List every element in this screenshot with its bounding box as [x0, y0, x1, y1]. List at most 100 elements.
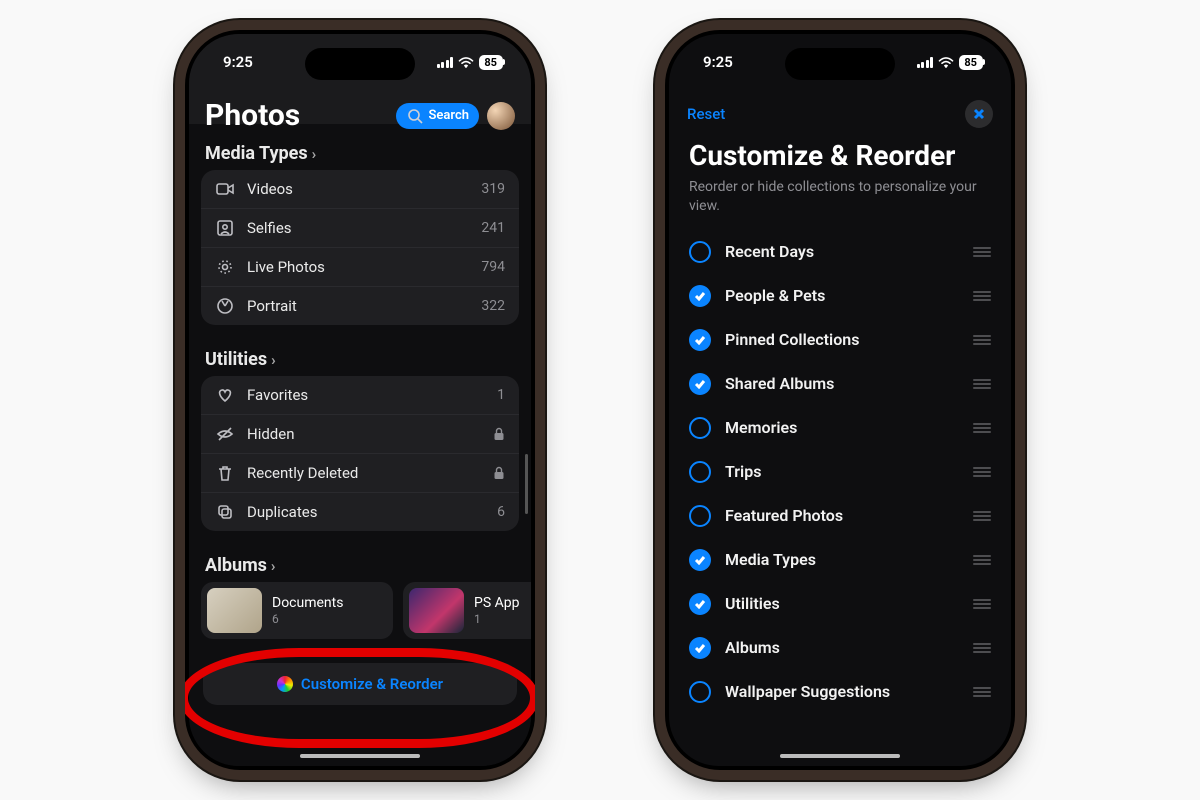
checkbox[interactable]	[689, 505, 711, 527]
page-title: Photos	[205, 98, 300, 133]
drag-handle-icon[interactable]	[973, 599, 991, 609]
drag-handle-icon[interactable]	[973, 555, 991, 565]
chevron-right-icon: ›	[271, 351, 276, 369]
row-selfies[interactable]: Selfies 241	[201, 208, 519, 247]
reorder-label: Utilities	[725, 594, 959, 613]
reorder-label: Albums	[725, 638, 959, 657]
row-live-photos[interactable]: Live Photos 794	[201, 247, 519, 286]
drag-handle-icon[interactable]	[973, 643, 991, 653]
screen: 9:25 85 Photos Search	[189, 34, 531, 766]
close-icon	[973, 108, 985, 120]
live-icon	[215, 258, 235, 276]
reorder-row[interactable]: Featured Photos	[687, 494, 993, 538]
checkbox[interactable]	[689, 417, 711, 439]
drag-handle-icon[interactable]	[973, 335, 991, 345]
portrait-icon	[215, 297, 235, 315]
search-label: Search	[428, 108, 469, 123]
reorder-row[interactable]: Trips	[687, 450, 993, 494]
lock-icon	[493, 427, 505, 441]
checkbox[interactable]	[689, 681, 711, 703]
album-count: 6	[272, 612, 343, 626]
section-heading-utilities[interactable]: Utilities ›	[189, 343, 531, 376]
row-portrait[interactable]: Portrait 322	[201, 286, 519, 325]
search-button[interactable]: Search	[396, 103, 479, 129]
album-strip[interactable]: Documents 6 PS App 1	[189, 582, 531, 639]
reorder-label: People & Pets	[725, 286, 959, 305]
reorder-row[interactable]: Albums	[687, 626, 993, 670]
drag-handle-icon[interactable]	[973, 467, 991, 477]
checkbox[interactable]	[689, 549, 711, 571]
row-count: 6	[497, 504, 505, 520]
row-count: 1	[497, 387, 505, 403]
reorder-row[interactable]: Shared Albums	[687, 362, 993, 406]
signal-icon	[437, 57, 454, 68]
reorder-row[interactable]: Wallpaper Suggestions	[687, 670, 993, 714]
album-card-documents[interactable]: Documents 6	[201, 582, 393, 639]
row-count: 319	[481, 181, 505, 197]
section-heading-media-types[interactable]: Media Types ›	[189, 137, 531, 170]
avatar[interactable]	[487, 102, 515, 130]
trash-icon	[215, 464, 235, 482]
row-count: 322	[481, 298, 505, 314]
signal-icon	[917, 57, 934, 68]
checkbox[interactable]	[689, 373, 711, 395]
customize-reorder-button[interactable]: Customize & Reorder	[203, 663, 517, 705]
row-hidden[interactable]: Hidden	[201, 414, 519, 453]
home-indicator[interactable]	[300, 754, 420, 758]
drag-handle-icon[interactable]	[973, 687, 991, 697]
reorder-row[interactable]: Memories	[687, 406, 993, 450]
checkbox[interactable]	[689, 329, 711, 351]
checkbox[interactable]	[689, 637, 711, 659]
reorder-row[interactable]: Media Types	[687, 538, 993, 582]
reorder-label: Recent Days	[725, 242, 959, 261]
lock-icon	[493, 466, 505, 480]
utilities-list: Favorites 1 Hidden Recently Deleted	[201, 376, 519, 531]
reset-button[interactable]: Reset	[687, 105, 725, 123]
row-recently-deleted[interactable]: Recently Deleted	[201, 453, 519, 492]
reorder-row[interactable]: Pinned Collections	[687, 318, 993, 362]
row-videos[interactable]: Videos 319	[201, 170, 519, 208]
reorder-label: Media Types	[725, 550, 959, 569]
reorder-list: Recent Days People & Pets Pinned Collectio…	[669, 230, 1011, 714]
checkbox[interactable]	[689, 285, 711, 307]
customize-button-label: Customize & Reorder	[301, 675, 443, 693]
battery-icon: 85	[959, 55, 983, 70]
video-icon	[215, 180, 235, 198]
reorder-label: Shared Albums	[725, 374, 959, 393]
section-heading-label: Media Types	[205, 143, 308, 164]
row-label: Duplicates	[247, 503, 485, 521]
drag-handle-icon[interactable]	[973, 379, 991, 389]
drag-handle-icon[interactable]	[973, 247, 991, 257]
chevron-right-icon: ›	[271, 557, 276, 575]
album-label: Documents	[272, 595, 343, 612]
row-label: Videos	[247, 180, 469, 198]
color-wheel-icon	[277, 676, 293, 692]
wifi-icon	[938, 56, 954, 68]
checkbox[interactable]	[689, 593, 711, 615]
reorder-row[interactable]: Utilities	[687, 582, 993, 626]
checkbox[interactable]	[689, 241, 711, 263]
checkbox[interactable]	[689, 461, 711, 483]
close-button[interactable]	[965, 100, 993, 128]
row-label: Portrait	[247, 297, 469, 315]
section-heading-albums[interactable]: Albums ›	[189, 549, 531, 582]
album-label: PS App	[474, 595, 519, 612]
reorder-label: Featured Photos	[725, 506, 959, 525]
album-thumb	[409, 588, 464, 633]
selfie-icon	[215, 219, 235, 237]
drag-handle-icon[interactable]	[973, 511, 991, 521]
home-indicator[interactable]	[780, 754, 900, 758]
status-time: 9:25	[223, 53, 253, 71]
phone-customize: 9:25 85 Reset Customize & Reorder Reorde…	[665, 30, 1015, 770]
drag-handle-icon[interactable]	[973, 423, 991, 433]
album-card-psapp[interactable]: PS App 1	[403, 582, 531, 639]
row-favorites[interactable]: Favorites 1	[201, 376, 519, 414]
drag-handle-icon[interactable]	[973, 291, 991, 301]
scrollbar[interactable]	[525, 454, 528, 514]
reorder-row[interactable]: People & Pets	[687, 274, 993, 318]
media-types-list: Videos 319 Selfies 241 Live Photos 794	[201, 170, 519, 325]
row-duplicates[interactable]: Duplicates 6	[201, 492, 519, 531]
reorder-row[interactable]: Recent Days	[687, 230, 993, 274]
dynamic-island	[785, 48, 895, 80]
reorder-label: Pinned Collections	[725, 330, 959, 349]
